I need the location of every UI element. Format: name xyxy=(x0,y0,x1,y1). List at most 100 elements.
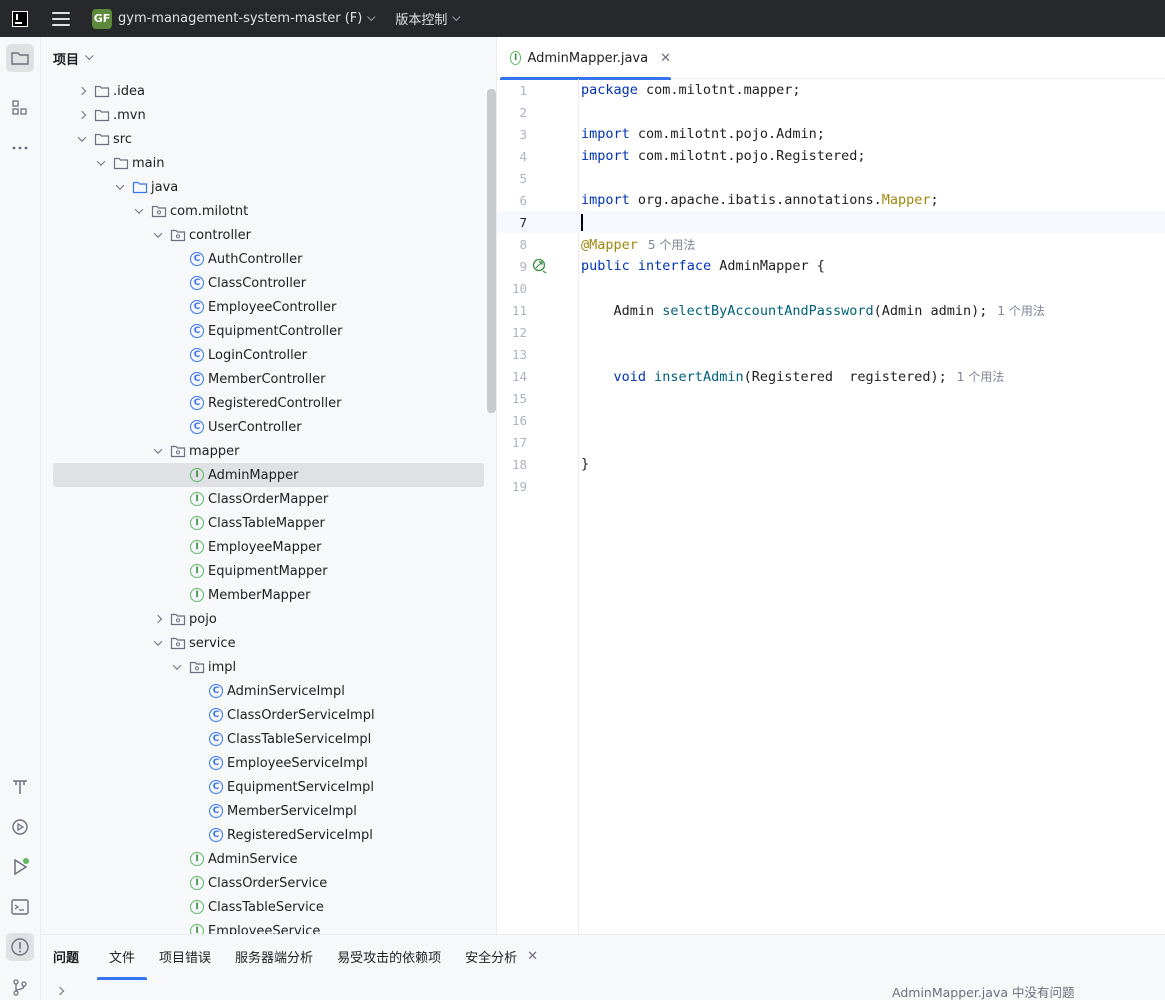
terminal-tool-icon[interactable] xyxy=(6,893,34,921)
structure-tool-icon[interactable] xyxy=(6,94,34,122)
run-tool-icon[interactable] xyxy=(6,853,34,881)
code-line[interactable]: 8 @Mapper 5 个用法 xyxy=(497,233,1165,255)
chevron-right-icon[interactable] xyxy=(152,613,164,625)
line-number[interactable]: 7 xyxy=(497,215,527,230)
tree-item[interactable]: C UserController xyxy=(41,415,487,439)
line-number[interactable]: 17 xyxy=(497,435,527,450)
problems-tab[interactable]: 安全分析 xyxy=(465,947,517,966)
project-panel-header[interactable]: 项目 xyxy=(41,37,496,79)
close-icon[interactable]: ✕ xyxy=(660,51,671,66)
line-number[interactable]: 2 xyxy=(497,105,527,120)
usages-hint[interactable]: 1 个用法 xyxy=(997,304,1044,318)
intellij-logo-icon[interactable] xyxy=(12,10,28,27)
tree-item[interactable]: com.milotnt xyxy=(41,199,487,223)
implemented-icon[interactable] xyxy=(532,258,548,274)
chevron-down-icon[interactable] xyxy=(95,157,107,169)
tree-item[interactable]: C MemberServiceImpl xyxy=(41,799,487,823)
code-line[interactable]: 13 xyxy=(497,343,1165,365)
tree-item[interactable]: I EmployeeService xyxy=(41,919,487,934)
vcs-dropdown[interactable]: 版本控制 xyxy=(395,9,447,28)
code-line[interactable]: 1 package com.milotnt.mapper; xyxy=(497,79,1165,101)
code-line[interactable]: 3 import com.milotnt.pojo.Admin; xyxy=(497,123,1165,145)
tree-item[interactable]: I EquipmentMapper xyxy=(41,559,487,583)
chevron-right-icon[interactable] xyxy=(76,109,88,121)
tree-item[interactable]: I AdminMapper xyxy=(53,463,484,487)
more-tools-icon[interactable] xyxy=(6,134,34,162)
tree-item[interactable]: C EmployeeController xyxy=(41,295,487,319)
chevron-down-icon[interactable] xyxy=(152,229,164,241)
tree-item[interactable]: java xyxy=(41,175,487,199)
tree-item[interactable]: C AuthController xyxy=(41,247,487,271)
line-number[interactable]: 8 xyxy=(497,237,527,252)
main-menu-icon[interactable] xyxy=(52,11,70,26)
tree-item[interactable]: main xyxy=(41,151,487,175)
tree-item[interactable]: service xyxy=(41,631,487,655)
problems-tab[interactable]: 文件 xyxy=(97,947,148,980)
line-number[interactable]: 16 xyxy=(497,413,527,428)
tree-item[interactable]: .mvn xyxy=(41,103,487,127)
chevron-down-icon[interactable] xyxy=(85,51,94,61)
tree-item[interactable]: C EmployeeServiceImpl xyxy=(41,751,487,775)
chevron-down-icon[interactable] xyxy=(133,205,145,217)
tree-item[interactable]: I AdminService xyxy=(41,847,487,871)
problems-tool-icon[interactable] xyxy=(6,933,34,961)
problems-tab[interactable]: 项目错误 xyxy=(159,947,211,966)
chevron-down-icon[interactable] xyxy=(76,133,88,145)
git-tool-icon[interactable] xyxy=(6,973,34,1001)
tree-item[interactable]: C RegisteredServiceImpl xyxy=(41,823,487,847)
project-name-dropdown[interactable]: gym-management-system-master (F) xyxy=(118,11,362,26)
tree-item[interactable]: controller xyxy=(41,223,487,247)
tree-item[interactable]: C AdminServiceImpl xyxy=(41,679,487,703)
chevron-down-icon[interactable] xyxy=(152,637,164,649)
tree-item[interactable]: C EquipmentController xyxy=(41,319,487,343)
tree-item[interactable]: C LoginController xyxy=(41,343,487,367)
code-line[interactable]: 4 import com.milotnt.pojo.Registered; xyxy=(497,145,1165,167)
project-panel-title[interactable]: 项目 xyxy=(53,49,79,68)
chevron-down-icon[interactable] xyxy=(152,445,164,457)
chevron-down-icon[interactable] xyxy=(171,661,183,673)
tree-item[interactable]: mapper xyxy=(41,439,487,463)
line-number[interactable]: 5 xyxy=(497,171,527,186)
chevron-down-icon[interactable] xyxy=(367,12,376,21)
code-line[interactable]: 16 xyxy=(497,409,1165,431)
project-badge[interactable]: GF xyxy=(92,8,112,29)
code-line[interactable]: 19 xyxy=(497,475,1165,497)
tree-item[interactable]: I MemberMapper xyxy=(41,583,487,607)
tree-item[interactable]: C ClassTableServiceImpl xyxy=(41,727,487,751)
tree-item[interactable]: C ClassOrderServiceImpl xyxy=(41,703,487,727)
usages-hint[interactable]: 1 个用法 xyxy=(957,370,1004,384)
project-tree-scrollbar[interactable] xyxy=(487,89,496,413)
project-tool-icon[interactable] xyxy=(6,44,34,72)
line-number[interactable]: 11 xyxy=(497,303,527,318)
tree-item[interactable]: src xyxy=(41,127,487,151)
code-line[interactable]: 17 xyxy=(497,431,1165,453)
tree-item[interactable]: impl xyxy=(41,655,487,679)
code-line[interactable]: 15 xyxy=(497,387,1165,409)
code-line[interactable]: 7 xyxy=(497,211,1165,233)
chevron-right-icon[interactable] xyxy=(76,85,88,97)
line-number[interactable]: 6 xyxy=(497,193,527,208)
code-line[interactable]: 2 xyxy=(497,101,1165,123)
line-number[interactable]: 3 xyxy=(497,127,527,142)
code-line[interactable]: 6 import org.apache.ibatis.annotations.Ma… xyxy=(497,189,1165,211)
code-area[interactable]: 1 package com.milotnt.mapper; 2 3 import com… xyxy=(497,79,1165,497)
line-number[interactable]: 13 xyxy=(497,347,527,362)
chevron-right-icon[interactable] xyxy=(55,986,65,996)
code-line[interactable]: 10 xyxy=(497,277,1165,299)
problems-tab[interactable]: 服务器端分析 xyxy=(235,947,313,966)
line-number[interactable]: 12 xyxy=(497,325,527,340)
line-number[interactable]: 14 xyxy=(497,369,527,384)
line-number[interactable]: 15 xyxy=(497,391,527,406)
tree-item[interactable]: I ClassOrderService xyxy=(41,871,487,895)
usages-hint[interactable]: 5 个用法 xyxy=(648,238,695,252)
tree-item[interactable]: I ClassTableMapper xyxy=(41,511,487,535)
line-number[interactable]: 9 xyxy=(497,259,527,274)
code-line[interactable]: 5 xyxy=(497,167,1165,189)
line-number[interactable]: 18 xyxy=(497,457,527,472)
code-line[interactable]: 18} xyxy=(497,453,1165,475)
build-tool-icon[interactable] xyxy=(6,773,34,801)
line-number[interactable]: 4 xyxy=(497,149,527,164)
line-number[interactable]: 10 xyxy=(497,281,527,296)
editor-tab[interactable]: I AdminMapper.java ✕ xyxy=(497,37,671,80)
tree-item[interactable]: C MemberController xyxy=(41,367,487,391)
